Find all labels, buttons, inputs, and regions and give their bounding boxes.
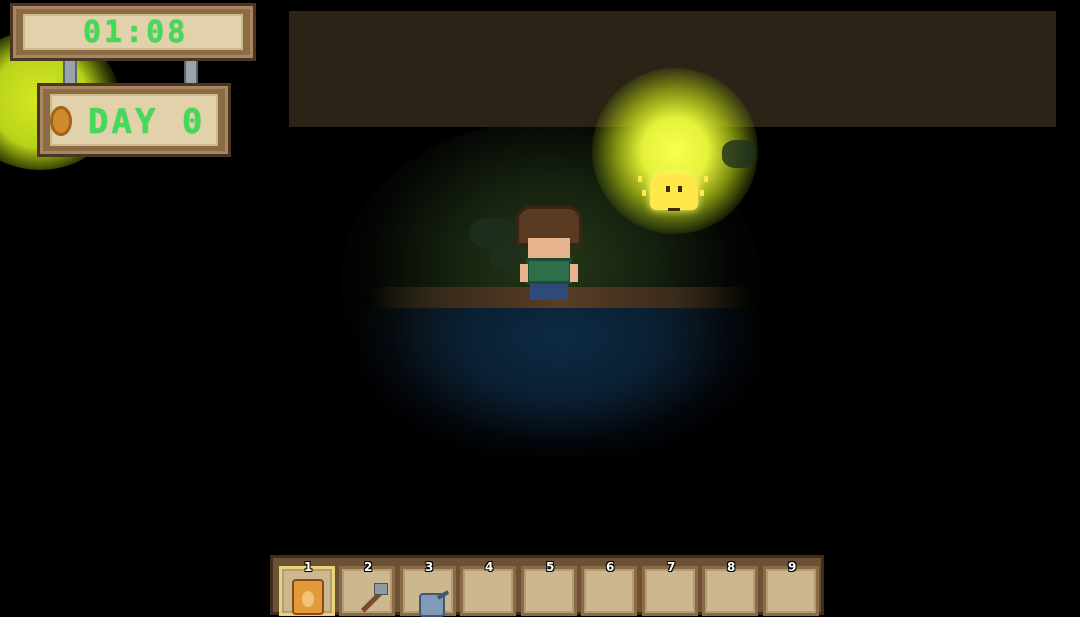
clock-time: 01:08 <box>83 15 189 50</box>
coin-icon <box>50 106 72 136</box>
bush <box>470 218 516 248</box>
slot-number: 1 <box>304 560 313 574</box>
hotbar-slot-2[interactable]: 2 <box>339 560 395 616</box>
slot-number: 5 <box>546 560 555 574</box>
slot-number: 8 <box>727 560 736 574</box>
hotbar-slot-5[interactable]: 5 <box>521 560 577 616</box>
slot-number: 6 <box>606 560 615 574</box>
day-sign: DAY 0 <box>37 83 231 157</box>
hotbar-slot-7[interactable]: 7 <box>642 560 698 616</box>
day-counter: DAY 0 <box>88 102 206 142</box>
slot-number: 2 <box>364 560 373 574</box>
slot-number: 9 <box>788 560 797 574</box>
watering-can-icon <box>413 579 450 617</box>
slot-number: 3 <box>425 560 434 574</box>
hotbar-slot-6[interactable]: 6 <box>581 560 637 616</box>
hoe-icon <box>352 579 388 615</box>
hotbar-slot-1[interactable]: 1 <box>279 560 335 616</box>
slot-number: 4 <box>485 560 494 574</box>
hotbar-slot-8[interactable]: 8 <box>702 560 758 616</box>
message-panel <box>289 11 1056 127</box>
game-scene: 01:08 DAY 0 1 2 3 4 5 6 7 8 9 <box>0 0 1080 617</box>
inventory-hotbar: 1 2 3 4 5 6 7 8 9 <box>270 555 824 617</box>
bush <box>722 140 756 168</box>
seed-bag-icon <box>292 579 324 615</box>
hotbar-slot-9[interactable]: 9 <box>763 560 819 616</box>
clock-sign: 01:08 <box>10 3 256 61</box>
glowing-sun-spirit[interactable] <box>638 170 708 214</box>
slot-number: 7 <box>667 560 676 574</box>
player-character[interactable] <box>516 206 582 302</box>
hotbar-slot-4[interactable]: 4 <box>460 560 516 616</box>
hotbar-slot-3[interactable]: 3 <box>400 560 456 617</box>
water <box>360 308 760 458</box>
